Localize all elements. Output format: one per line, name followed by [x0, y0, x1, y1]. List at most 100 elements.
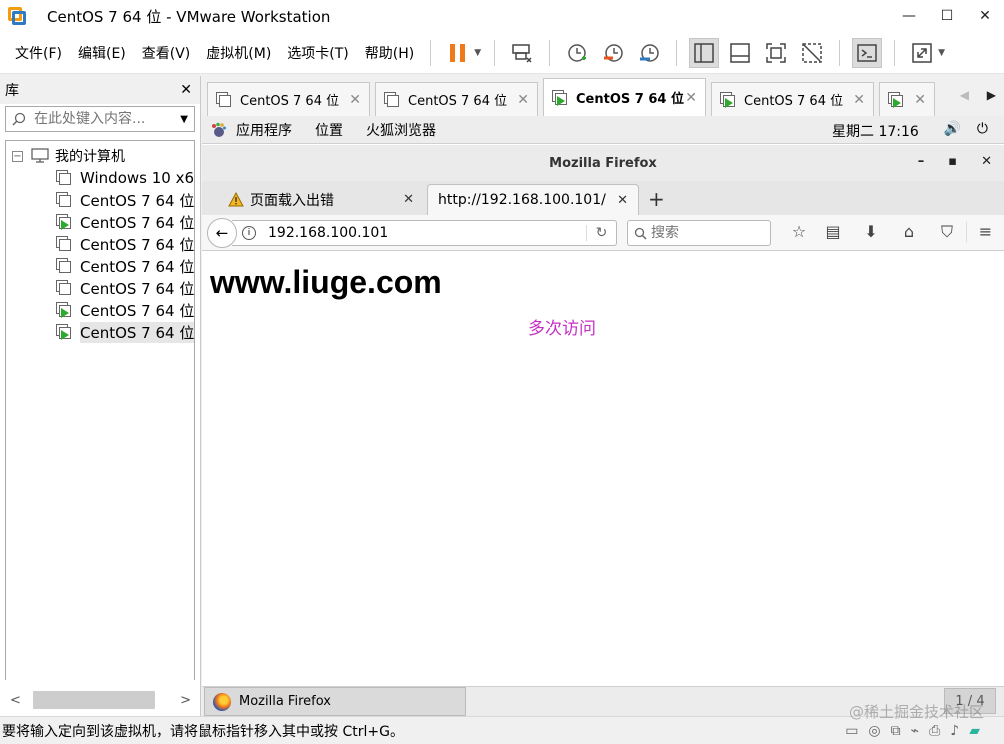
new-tab-button[interactable]: +	[648, 187, 665, 211]
send-ctrl-alt-del-icon[interactable]	[507, 38, 537, 68]
chevron-down-icon[interactable]: ▼	[474, 48, 481, 58]
search-input[interactable]	[651, 225, 761, 241]
tree-item-label: CentOS 7 64 位	[80, 279, 195, 298]
vm-tab-label: CentOS 7 64 位	[576, 92, 684, 107]
library-horizontal-scrollbar[interactable]: < >	[5, 688, 196, 712]
console-view-icon[interactable]	[852, 37, 883, 68]
library-search[interactable]: ▼	[5, 106, 195, 132]
vm-running-icon	[56, 324, 72, 340]
menu-help[interactable]: 帮助(H)	[358, 43, 421, 63]
vm-tab-active[interactable]: CentOS 7 64 位 ✕	[543, 78, 706, 116]
hard-disk-icon[interactable]: ▭	[845, 723, 858, 739]
url-text[interactable]: 192.168.100.101	[268, 225, 388, 241]
maximize-button[interactable]: ☐	[928, 0, 966, 32]
hamburger-menu-icon[interactable]: ≡	[966, 222, 1004, 242]
tab-next-icon[interactable]: ▶	[987, 88, 996, 102]
tree-item-vm[interactable]: CentOS 7 64 位	[6, 299, 194, 321]
toolbar-divider	[430, 39, 432, 66]
gnome-browser-launcher[interactable]: 火狐浏览器	[366, 120, 436, 140]
close-button[interactable]: ✕	[981, 154, 992, 169]
close-icon[interactable]: ✕	[517, 92, 529, 108]
snapshot-icon[interactable]	[562, 38, 592, 68]
reload-icon[interactable]: ↻	[586, 225, 616, 241]
vm-tab-strip: CentOS 7 64 位 ✕ CentOS 7 64 位 ✕ CentOS 7…	[202, 76, 1004, 116]
tree-item-vm[interactable]: CentOS 7 64 位	[6, 211, 194, 233]
pause-icon[interactable]	[443, 38, 473, 68]
menu-vm[interactable]: 虚拟机(M)	[199, 43, 278, 63]
back-button[interactable]: ←	[207, 218, 237, 248]
vm-tab[interactable]: CentOS 7 64 位 ✕	[207, 82, 370, 116]
cd-dvd-icon[interactable]: ◎	[868, 723, 880, 739]
gnome-clock[interactable]: 星期二 17:16	[832, 121, 919, 141]
firefox-tab-error[interactable]: 页面载入出错 ✕	[218, 184, 424, 215]
taskbar-window-button[interactable]: Mozilla Firefox	[204, 687, 466, 716]
tree-item-vm[interactable]: CentOS 7 64 位	[6, 189, 194, 211]
stretch-guest-icon[interactable]	[907, 38, 937, 68]
power-icon[interactable]: ⏻	[977, 121, 988, 137]
tree-item-vm[interactable]: CentOS 7 64 位	[6, 255, 194, 277]
vm-tab[interactable]: CentOS 7 64 位 ✕	[711, 82, 874, 116]
full-screen-icon[interactable]	[761, 38, 791, 68]
close-icon[interactable]: ✕	[349, 92, 361, 108]
tree-root-my-computer[interactable]: − 我的计算机	[6, 145, 194, 167]
scroll-left-icon[interactable]: <	[10, 693, 21, 708]
menu-edit[interactable]: 编辑(E)	[71, 43, 133, 63]
close-icon[interactable]: ✕	[853, 92, 865, 108]
unity-mode-icon[interactable]	[797, 38, 827, 68]
sound-icon[interactable]: ♪	[950, 723, 959, 739]
chevron-down-icon[interactable]: ▼	[180, 114, 188, 125]
page-heading: www.liuge.com	[210, 264, 442, 300]
chevron-down-icon[interactable]: ▼	[938, 48, 945, 58]
tree-item-vm[interactable]: Windows 10 x64	[6, 167, 194, 189]
close-icon[interactable]: ✕	[617, 193, 628, 208]
tree-item-vm[interactable]: CentOS 7 64 位	[6, 277, 194, 299]
search-box[interactable]	[627, 220, 771, 246]
minimize-button[interactable]: —	[890, 0, 928, 32]
vm-tab-overflow[interactable]: ✕	[879, 82, 935, 116]
toolbar-divider	[839, 39, 841, 66]
menu-tabs[interactable]: 选项卡(T)	[280, 43, 355, 63]
tree-item-vm-selected[interactable]: CentOS 7 64 位	[6, 321, 194, 343]
bookmark-star-icon[interactable]: ☆	[784, 222, 814, 242]
close-icon[interactable]: ✕	[685, 90, 697, 106]
revert-snapshot-icon[interactable]	[598, 38, 628, 68]
tab-prev-icon[interactable]: ◀	[960, 88, 969, 102]
snapshot-manager-icon[interactable]	[634, 38, 664, 68]
gnome-applications-menu[interactable]: 应用程序	[236, 120, 292, 140]
menu-view[interactable]: 查看(V)	[135, 43, 198, 63]
close-button[interactable]: ✕	[966, 0, 1004, 32]
url-bar[interactable]: i 192.168.100.101 ↻	[232, 220, 617, 246]
vm-tab[interactable]: CentOS 7 64 位 ✕	[375, 82, 538, 116]
vm-icon	[56, 170, 72, 186]
home-icon[interactable]: ⌂	[890, 222, 928, 242]
maximize-button[interactable]: ▪	[948, 154, 957, 169]
menu-file[interactable]: 文件(F)	[8, 43, 69, 63]
firefox-tab-active[interactable]: http://192.168.100.101/ ✕	[427, 184, 639, 215]
scroll-right-icon[interactable]: >	[180, 693, 191, 708]
collapse-toggle[interactable]: −	[12, 150, 23, 162]
gnome-places-menu[interactable]: 位置	[315, 120, 343, 140]
reading-list-icon[interactable]: ▤	[814, 222, 852, 242]
network-icon[interactable]: ⧉	[891, 723, 901, 739]
usb-icon[interactable]: ⌁	[911, 723, 919, 739]
vm-tab-label: CentOS 7 64 位	[240, 94, 340, 109]
thumbnail-bar-icon[interactable]	[725, 38, 755, 68]
volume-icon[interactable]: 🔊	[943, 121, 960, 137]
download-icon[interactable]: ⬇	[852, 222, 890, 242]
close-icon[interactable]: ✕	[403, 192, 414, 207]
show-library-icon[interactable]	[689, 37, 720, 68]
close-icon[interactable]: ✕	[180, 82, 192, 98]
printer-icon[interactable]: ⎙	[929, 723, 940, 739]
message-icon[interactable]: ▰	[969, 723, 980, 739]
scrollbar-thumb[interactable]	[33, 691, 155, 709]
minimize-button[interactable]: –	[918, 154, 925, 169]
tree-item-label: CentOS 7 64 位	[80, 321, 195, 343]
tree-item-vm[interactable]: CentOS 7 64 位	[6, 233, 194, 255]
close-icon[interactable]: ✕	[914, 92, 926, 108]
pocket-icon[interactable]: ⛉	[928, 222, 966, 242]
site-info-icon[interactable]: i	[242, 226, 256, 240]
window-controls: — ☐ ✕	[890, 0, 1004, 32]
guest-screen[interactable]: 应用程序 位置 火狐浏览器 星期二 17:16 🔊 ⏻ Mozilla Fire…	[202, 116, 1004, 686]
gnome-system-tray: 🔊 ⏻	[943, 121, 988, 137]
library-search-input[interactable]	[34, 111, 181, 127]
